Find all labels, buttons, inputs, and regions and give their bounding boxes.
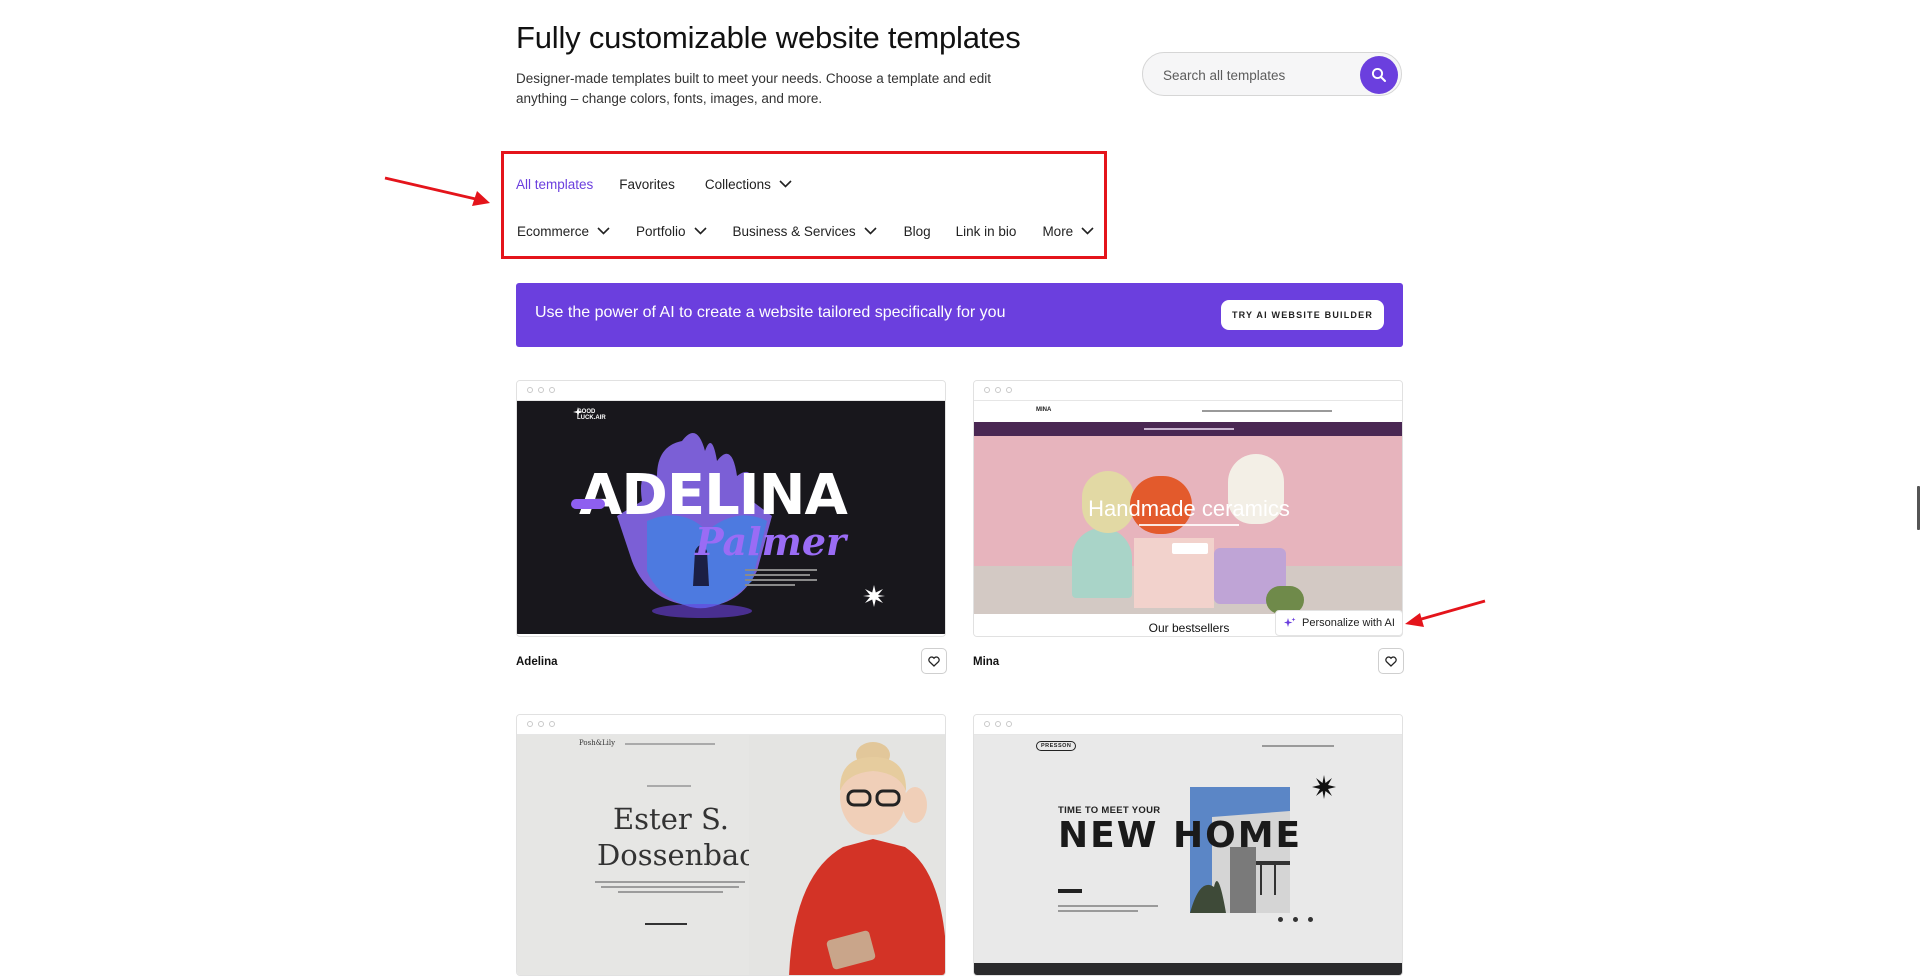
preview-brand: GOOD LUCK.AIR	[577, 409, 606, 421]
annotation-highlight-box	[501, 151, 1107, 259]
preview-body-lines	[745, 569, 817, 586]
ai-banner-text: Use the power of AI to create a website …	[535, 304, 1006, 321]
preview-link-underline	[645, 923, 687, 925]
preview-headline: Handmade ceramics	[1088, 496, 1290, 521]
preview-body-lines	[595, 881, 745, 893]
preview-headline-line: Dossenbach	[597, 838, 775, 872]
preview-brand: MINA	[1036, 407, 1052, 413]
preview-nav-links	[1262, 745, 1334, 747]
template-card-new-home[interactable]: PRESSON TIME TO MEET YOUR NEW HOME	[973, 714, 1403, 976]
preview-kicker	[647, 785, 691, 787]
preview-script: Palmer	[695, 519, 847, 564]
sparkle-icon	[573, 407, 583, 417]
annotation-arrow	[384, 176, 490, 206]
portrait-photo	[749, 735, 945, 975]
ai-banner: Use the power of AI to create a website …	[516, 283, 1403, 347]
browser-chrome	[974, 715, 1402, 735]
sparkle-icon	[1284, 617, 1296, 629]
preview-social-icons	[1278, 917, 1318, 922]
preview-headline-line: Ester S.	[613, 802, 729, 836]
template-card-ester[interactable]: Posh&Lily Ester S. Dossenbach	[516, 714, 946, 976]
preview-brand: PRESSON	[1036, 741, 1077, 751]
template-name: Adelina	[516, 656, 558, 668]
starburst-icon	[863, 585, 885, 607]
favorite-button[interactable]	[921, 648, 947, 674]
page-subtitle: Designer-made templates built to meet yo…	[516, 71, 992, 106]
preview-divider	[1058, 889, 1082, 893]
search-bar	[1142, 52, 1402, 97]
preview-tagline	[1139, 524, 1239, 526]
personalize-with-ai-button[interactable]: Personalize with AI	[1275, 610, 1403, 636]
preview-headline: Ester S. Dossenbach	[597, 801, 775, 873]
template-card-mina[interactable]: MINA Handmade ceramics Our bestsellers	[973, 380, 1403, 637]
template-card-adelina[interactable]: GOOD LUCK.AIR ADELINA Palmer	[516, 380, 946, 637]
template-preview: MINA Handmade ceramics Our bestsellers	[974, 401, 1402, 636]
favorite-button[interactable]	[1378, 648, 1404, 674]
preview-nav-links	[1202, 410, 1332, 412]
preview-headline: NEW HOME	[1058, 815, 1303, 856]
heart-icon	[1385, 655, 1397, 667]
page-title: Fully customizable website templates	[516, 20, 1021, 55]
template-name: Mina	[973, 656, 1000, 668]
template-preview: GOOD LUCK.AIR ADELINA Palmer	[517, 401, 945, 634]
starburst-icon	[1312, 775, 1336, 799]
heart-icon	[928, 655, 940, 667]
preview-body-lines	[1058, 905, 1158, 912]
preview-badge	[571, 499, 605, 509]
preview-brand: Posh&Lily	[579, 739, 616, 747]
template-preview: Posh&Lily Ester S. Dossenbach	[517, 735, 945, 975]
browser-chrome	[517, 715, 945, 735]
preview-footer	[974, 963, 1402, 975]
browser-chrome	[517, 381, 945, 401]
personalize-label: Personalize with AI	[1302, 617, 1395, 629]
annotation-arrow	[1405, 599, 1486, 627]
preview-shop-button	[1172, 543, 1208, 554]
search-input[interactable]	[1161, 53, 1355, 97]
preview-announcement-bar	[974, 422, 1402, 436]
preview-nav-links	[625, 743, 715, 745]
template-preview: PRESSON TIME TO MEET YOUR NEW HOME	[974, 735, 1402, 975]
try-ai-website-builder-button[interactable]: TRY AI WEBSITE BUILDER	[1221, 300, 1384, 330]
search-icon	[1371, 67, 1386, 82]
browser-chrome	[974, 381, 1402, 401]
preview-nav: MINA	[974, 401, 1402, 422]
search-button[interactable]	[1360, 56, 1398, 94]
